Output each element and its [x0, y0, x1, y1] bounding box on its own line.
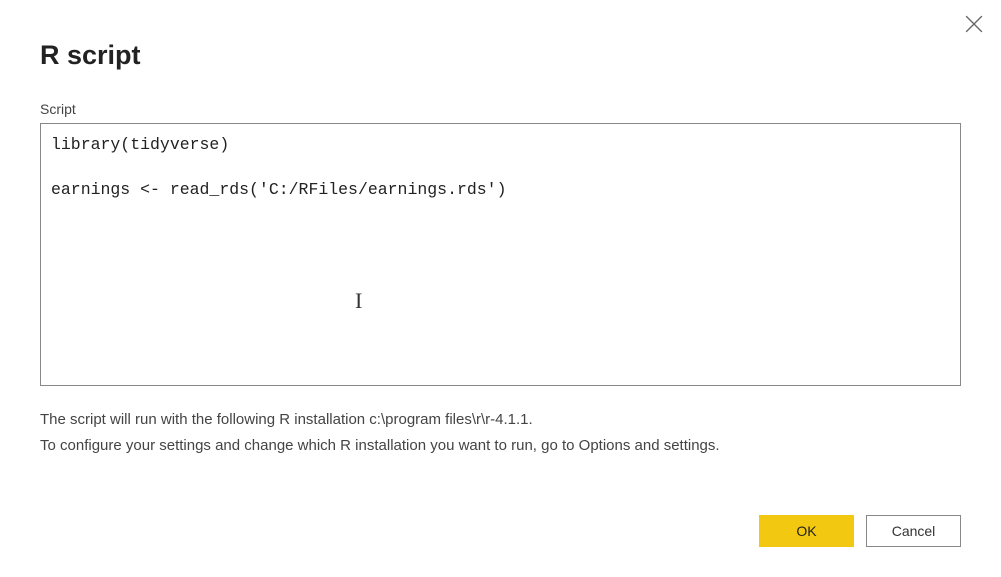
dialog-title: R script	[40, 40, 961, 71]
close-icon[interactable]	[965, 15, 983, 33]
ok-button[interactable]: OK	[759, 515, 854, 547]
cancel-button[interactable]: Cancel	[866, 515, 961, 547]
info-line-2: To configure your settings and change wh…	[40, 433, 961, 459]
info-text: The script will run with the following R…	[40, 407, 961, 460]
script-label: Script	[40, 101, 961, 117]
button-row: OK Cancel	[40, 515, 961, 547]
info-line-1: The script will run with the following R…	[40, 407, 961, 433]
script-input[interactable]	[40, 123, 961, 386]
r-script-dialog: R script Script I The script will run wi…	[0, 0, 1001, 577]
